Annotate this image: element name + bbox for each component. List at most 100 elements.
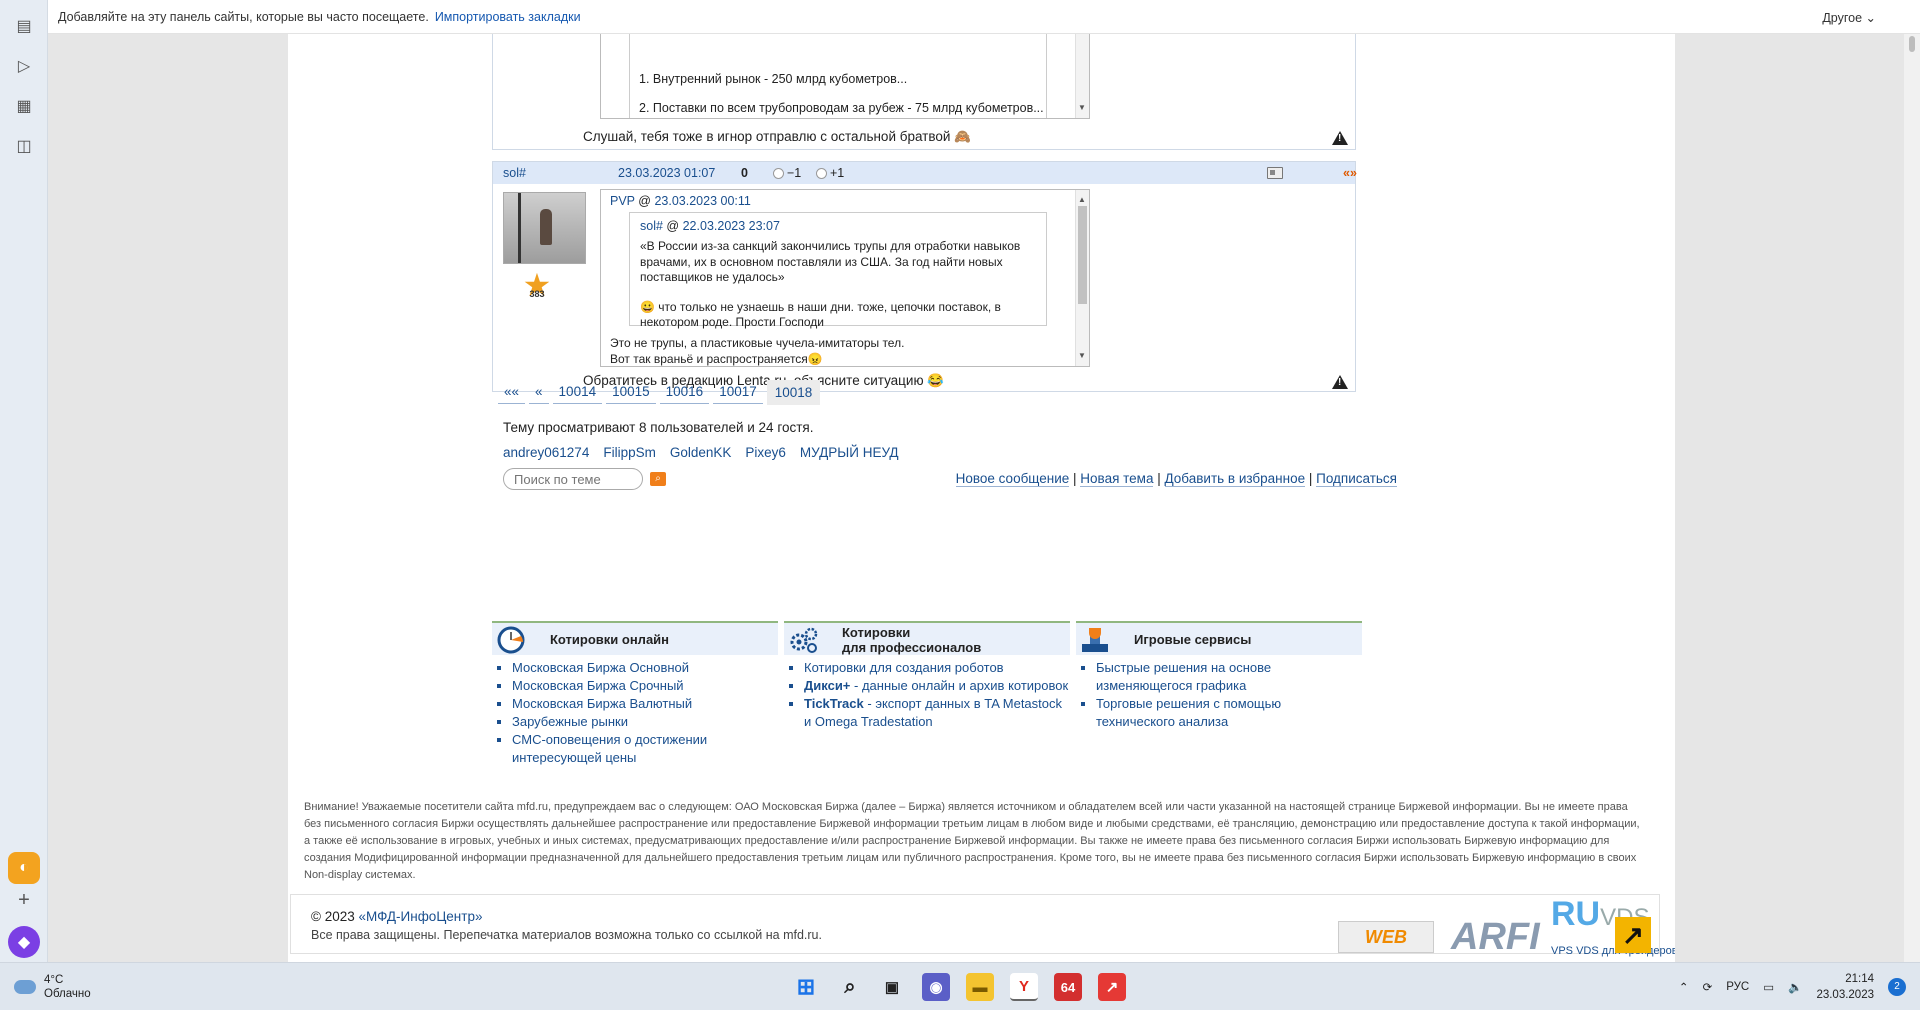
- arrow-logo[interactable]: ↗: [1615, 917, 1651, 953]
- add-favorite-link[interactable]: Добавить в избранное: [1164, 471, 1306, 487]
- service-link[interactable]: Котировки для создания роботов: [784, 659, 1070, 677]
- reply-line: Это не трупы, а пластиковые чучела-имита…: [610, 336, 905, 350]
- inner-quote-text: «В России из-за санкций закончились труп…: [640, 239, 1021, 284]
- post-header: sol# 23.03.2023 01:07 0 −1 +1 «»: [493, 162, 1357, 184]
- import-bookmarks-link[interactable]: Импортировать закладки: [435, 10, 581, 24]
- avatar[interactable]: [503, 192, 586, 264]
- yandex-browser-icon[interactable]: Y: [1010, 973, 1038, 1001]
- viewer-link[interactable]: GoldenKK: [670, 445, 732, 460]
- post-author[interactable]: sol#: [503, 166, 526, 180]
- service-title: Игровые сервисы: [1134, 632, 1252, 647]
- report-icon[interactable]: [1332, 375, 1348, 389]
- play-icon[interactable]: ▷: [12, 54, 36, 78]
- 3web-logo[interactable]: WEB: [1338, 921, 1434, 953]
- vote-minus-radio[interactable]: [773, 167, 784, 179]
- viewer-link[interactable]: МУДРЫЙ НЕУД: [800, 445, 899, 460]
- weather-temp: 4°C: [44, 974, 64, 986]
- screenshot-icon[interactable]: ◫: [12, 134, 36, 158]
- quote-button[interactable]: «»: [1343, 166, 1357, 180]
- start-icon[interactable]: ⊞: [792, 973, 820, 1001]
- vote-minus-label: −1: [787, 166, 802, 180]
- service-link[interactable]: Торговые решения с помощью технического …: [1076, 695, 1362, 731]
- system-tray: ⌃ ⟳ РУС ▭ 🔈 21:14 23.03.2023 2: [1679, 971, 1906, 1003]
- app-64-label: 64: [1060, 979, 1076, 995]
- quote-scrollbar[interactable]: ▲ ▼: [1075, 190, 1089, 366]
- page-link[interactable]: 10016: [659, 380, 710, 404]
- inner-quote-reply: 😀 что только не узнаешь в наши дни. тоже…: [640, 299, 1001, 330]
- inner-quote-date[interactable]: 22.03.2023 23:07: [683, 219, 780, 233]
- monitor-icon[interactable]: ▭: [1763, 980, 1774, 994]
- quote-author[interactable]: PVP: [610, 194, 635, 208]
- subscribe-link[interactable]: Подписаться: [1316, 471, 1397, 487]
- service-link[interactable]: Московская Биржа Срочный: [492, 677, 778, 695]
- service-link[interactable]: Московская Биржа Валютный: [492, 695, 778, 713]
- scrollbar-thumb[interactable]: [1909, 36, 1915, 52]
- viewer-link[interactable]: andrey061274: [503, 445, 589, 460]
- page-prev[interactable]: «: [529, 380, 549, 404]
- sync-icon[interactable]: ⟳: [1703, 980, 1713, 994]
- service-link[interactable]: TickTrack - экспорт данных в TA Metastoc…: [784, 695, 1070, 731]
- gears-icon: [790, 627, 818, 653]
- service-link[interactable]: СМС-оповещения о достижении интересующей…: [492, 731, 778, 767]
- search-icon[interactable]: ⌕: [836, 973, 864, 1001]
- vote-minus[interactable]: −1: [773, 166, 801, 180]
- volume-icon[interactable]: 🔈: [1788, 980, 1802, 994]
- page-first[interactable]: ««: [498, 380, 526, 404]
- service-link[interactable]: Быстрые решения на основе изменяющегося …: [1076, 659, 1362, 695]
- weather-widget[interactable]: 4°C Облачно: [14, 973, 91, 1001]
- service-link[interactable]: Дикси+ - данные онлайн и архив котировок: [784, 677, 1070, 695]
- search-icon[interactable]: ⌕: [650, 472, 666, 486]
- quote-date[interactable]: 23.03.2023 00:11: [654, 194, 750, 208]
- scrollbar-thumb[interactable]: [1078, 206, 1087, 304]
- pdf-app-icon[interactable]: ↗: [1098, 973, 1126, 1001]
- service-link[interactable]: Зарубежные рынки: [492, 713, 778, 731]
- disclaimer: Внимание! Уважаемые посетители сайта mfd…: [304, 801, 1640, 881]
- other-bookmarks-button[interactable]: Другое ⌄: [1822, 10, 1876, 25]
- app-64-icon[interactable]: 64: [1054, 973, 1082, 1001]
- new-message-link[interactable]: Новое сообщение: [955, 471, 1070, 487]
- page-link[interactable]: 10015: [606, 380, 656, 404]
- inner-quote-at: @: [666, 219, 680, 233]
- service-link-text: Котировки для создания роботов: [804, 660, 1004, 675]
- notification-badge[interactable]: 2: [1888, 978, 1906, 996]
- user-card-icon[interactable]: [1267, 167, 1283, 179]
- bookmarks-icon[interactable]: ▤: [12, 14, 36, 38]
- service-link[interactable]: Московская Биржа Основной: [492, 659, 778, 677]
- page-link[interactable]: 10014: [552, 380, 603, 404]
- star-count: 383: [529, 289, 545, 299]
- viewer-link[interactable]: Pixey6: [745, 445, 786, 460]
- arfi-logo[interactable]: ARFI: [1451, 917, 1540, 957]
- app-icon[interactable]: ◐: [8, 852, 40, 884]
- task-view-icon[interactable]: ▣: [878, 973, 906, 1001]
- inner-quote-author[interactable]: sol#: [640, 219, 663, 233]
- page-scrollbar[interactable]: [1904, 34, 1920, 962]
- chevron-up-icon[interactable]: ⌃: [1679, 980, 1689, 994]
- add-icon[interactable]: +: [12, 888, 36, 912]
- chat-icon[interactable]: ◉: [922, 973, 950, 1001]
- page-link[interactable]: 10017: [713, 380, 763, 404]
- language-indicator[interactable]: РУС: [1726, 981, 1749, 993]
- calendar-icon[interactable]: ▦: [12, 94, 36, 118]
- copyright: © 2023 «МФД-ИнфоЦентр»: [311, 909, 482, 924]
- inner-quote-frame: [629, 34, 1047, 118]
- copyright-prefix: © 2023: [311, 909, 359, 924]
- scroll-down-icon[interactable]: ▼: [1078, 347, 1086, 365]
- right-gutter: [1675, 34, 1920, 962]
- alice-icon[interactable]: ◆: [8, 926, 40, 958]
- post-signature: Слушай, тебя тоже в игнор отправлю с ост…: [583, 129, 971, 144]
- report-icon[interactable]: [1332, 131, 1348, 145]
- new-topic-link[interactable]: Новая тема: [1080, 471, 1154, 487]
- quote-scrollbar[interactable]: ▼: [1075, 34, 1089, 118]
- copyright-link[interactable]: «МФД-ИнфоЦентр»: [358, 909, 482, 924]
- vote-plus-radio[interactable]: [816, 167, 827, 179]
- ruvds-tagline: VPS VDS для трейдеров: [1551, 945, 1675, 957]
- scroll-down-icon[interactable]: ▼: [1078, 99, 1086, 117]
- post-date[interactable]: 23.03.2023 01:07: [618, 166, 715, 180]
- viewer-link[interactable]: FilippSm: [603, 445, 656, 460]
- explorer-icon[interactable]: ▬: [966, 973, 994, 1001]
- service-header: Котировки онлайн: [492, 623, 778, 655]
- weather-text: 4°C Облачно: [44, 973, 91, 1001]
- vote-plus[interactable]: +1: [816, 166, 844, 180]
- clock[interactable]: 21:14 23.03.2023: [1816, 971, 1874, 1003]
- search-input[interactable]: [503, 468, 643, 490]
